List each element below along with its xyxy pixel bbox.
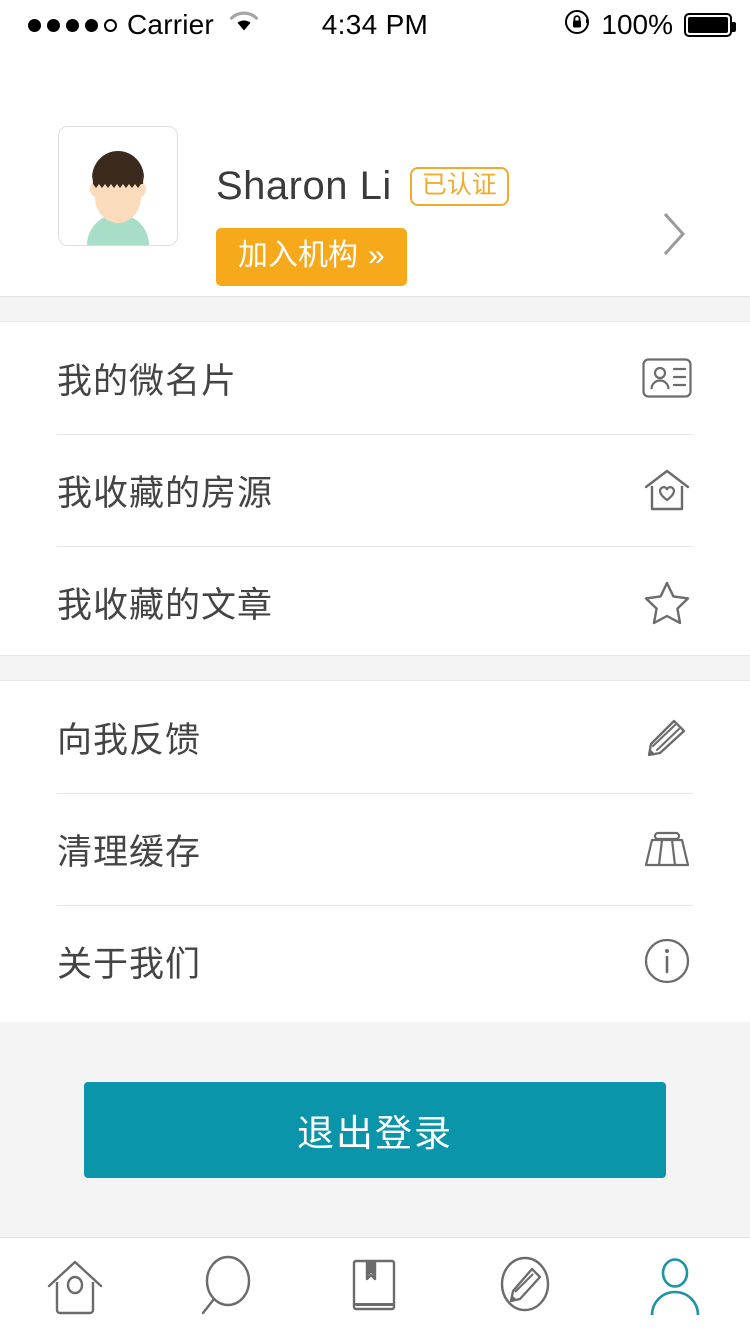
battery-cap: [732, 22, 736, 32]
battery-fill: [688, 17, 728, 33]
logout-section: 退出登录: [0, 1022, 750, 1237]
magnifier-icon: [192, 1253, 258, 1319]
menu-group-2: 向我反馈 清理缓存 关于我们: [0, 681, 750, 1022]
menu-item-label: 向我反馈: [57, 720, 202, 760]
menu-item-label: 我收藏的房源: [57, 473, 274, 513]
battery-percent-label: 100%: [601, 9, 673, 40]
join-organization-button[interactable]: 加入机构 »: [216, 228, 407, 286]
double-chevron-right-icon: »: [368, 239, 385, 272]
person-icon: [642, 1253, 708, 1319]
menu-group-1: 我的微名片 我收藏的房源 我收藏的文章: [0, 322, 750, 658]
pencil-circle-icon: [492, 1253, 558, 1319]
phone-screen: Carrier 4:34 PM 100% Sharon Li 已认证 加入机构 …: [0, 0, 750, 1334]
house-icon: [39, 1254, 111, 1318]
rotation-lock-icon: [564, 9, 590, 42]
pencil-icon: [641, 711, 693, 763]
chevron-right-icon[interactable]: [660, 210, 688, 263]
profile-info: Sharon Li 已认证 加入机构 »: [216, 158, 636, 286]
join-organization-label: 加入机构: [238, 239, 358, 272]
id-card-icon: [641, 352, 693, 404]
menu-item-label: 清理缓存: [57, 832, 202, 872]
menu-item-favorite-articles[interactable]: 我收藏的文章: [0, 546, 750, 658]
menu-item-clear-cache[interactable]: 清理缓存: [0, 793, 750, 905]
avatar[interactable]: [58, 126, 178, 246]
menu-item-about-us[interactable]: 关于我们: [0, 905, 750, 1017]
star-icon: [641, 576, 693, 628]
user-name: Sharon Li: [216, 163, 392, 208]
user-avatar-icon: [59, 127, 177, 245]
profile-name-row: Sharon Li 已认证: [216, 158, 636, 214]
trash-can-icon: [641, 823, 693, 875]
house-heart-icon: [641, 464, 693, 516]
logout-button[interactable]: 退出登录: [84, 1082, 666, 1178]
book-icon: [345, 1254, 405, 1318]
section-divider-2: [0, 655, 750, 681]
bottom-tab-bar: [0, 1237, 750, 1334]
tab-write[interactable]: [450, 1238, 600, 1335]
battery-icon: [684, 13, 736, 37]
tab-search[interactable]: [150, 1238, 300, 1335]
menu-item-label: 我的微名片: [57, 361, 238, 401]
tab-profile[interactable]: [600, 1238, 750, 1335]
menu-item-favorite-listings[interactable]: 我收藏的房源: [0, 434, 750, 546]
tab-library[interactable]: [300, 1238, 450, 1335]
info-circle-icon: [641, 935, 693, 987]
menu-item-feedback[interactable]: 向我反馈: [0, 681, 750, 793]
verified-badge: 已认证: [409, 166, 509, 206]
menu-item-my-card[interactable]: 我的微名片: [0, 322, 750, 434]
profile-header[interactable]: Sharon Li 已认证 加入机构 »: [0, 50, 750, 296]
section-divider-1: [0, 296, 750, 322]
tab-home[interactable]: [0, 1238, 150, 1335]
status-bar-right: 100%: [564, 0, 736, 50]
menu-item-label: 关于我们: [57, 944, 202, 984]
status-bar: Carrier 4:34 PM 100%: [0, 0, 750, 50]
menu-item-label: 我收藏的文章: [57, 585, 274, 625]
